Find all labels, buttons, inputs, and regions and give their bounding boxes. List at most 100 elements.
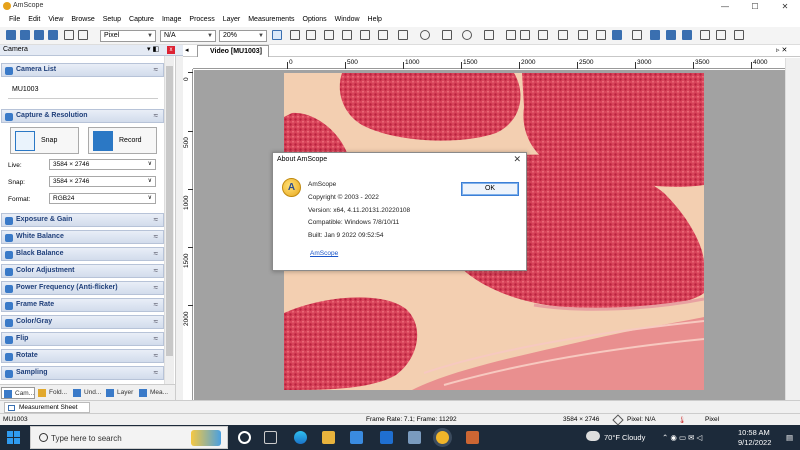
- cortana-icon[interactable]: [238, 431, 251, 444]
- color-adjustment-section[interactable]: Color Adjustment ≈: [1, 264, 164, 278]
- save-all-icon[interactable]: [34, 30, 44, 40]
- menu-browse[interactable]: Browse: [67, 13, 98, 27]
- live-resolution-select[interactable]: 3584 × 2746 ∨: [49, 159, 156, 170]
- calibrate-icon[interactable]: [612, 30, 622, 40]
- clipboard-icon[interactable]: [700, 30, 710, 40]
- save-icon[interactable]: [20, 30, 30, 40]
- menu-options[interactable]: Options: [299, 13, 331, 27]
- app-icon-java[interactable]: [466, 431, 479, 444]
- tab-undo[interactable]: Und...: [71, 387, 103, 399]
- zoom-select[interactable]: 20% ▼: [219, 30, 267, 42]
- power-frequency-section[interactable]: Power Frequency (Anti-flicker) ≈: [1, 281, 164, 295]
- curve-tool-icon[interactable]: [506, 30, 516, 40]
- sampling-section[interactable]: Sampling ≈: [1, 366, 164, 380]
- taskbar-search[interactable]: Type here to search: [30, 426, 228, 449]
- magnification-select[interactable]: N/A ▼: [160, 30, 216, 42]
- print-icon[interactable]: [48, 30, 58, 40]
- rectangle-tool-icon[interactable]: [398, 30, 408, 40]
- edge-icon[interactable]: [294, 431, 307, 444]
- menu-view[interactable]: View: [44, 13, 67, 27]
- table-icon[interactable]: [716, 30, 726, 40]
- circle-tool-icon[interactable]: [462, 30, 472, 40]
- file-explorer-icon[interactable]: [322, 431, 335, 444]
- white-balance-section[interactable]: White Balance ≈: [1, 230, 164, 244]
- grid-icon[interactable]: [666, 30, 676, 40]
- amscope-link[interactable]: AmScope: [310, 250, 338, 257]
- tab-measurements[interactable]: Mea...: [137, 387, 173, 399]
- menu-layer[interactable]: Layer: [219, 13, 245, 27]
- camera-list-item[interactable]: MU1003: [8, 81, 158, 99]
- arrow-tool-icon[interactable]: [578, 30, 588, 40]
- rotate-section[interactable]: Rotate ≈: [1, 349, 164, 363]
- spline-tool-icon[interactable]: [558, 30, 568, 40]
- perpendicular-tool-icon[interactable]: [378, 30, 388, 40]
- snap-button[interactable]: Snap: [10, 127, 79, 154]
- folder-icon[interactable]: [64, 30, 74, 40]
- ellipse-tool-icon[interactable]: [420, 30, 430, 40]
- line-tool-icon[interactable]: [324, 30, 334, 40]
- sheet-icon[interactable]: [682, 30, 692, 40]
- measurement-sheet-tab[interactable]: Measurement Sheet: [4, 402, 90, 413]
- pan-hand-icon[interactable]: [272, 30, 282, 40]
- frame-rate-section[interactable]: Frame Rate ≈: [1, 298, 164, 312]
- exposure-gain-section[interactable]: Exposure & Gain ≈: [1, 213, 164, 227]
- unit-select[interactable]: Pixel ▼: [100, 30, 156, 42]
- close-window-button[interactable]: ✕: [770, 0, 800, 13]
- browse-icon[interactable]: [78, 30, 88, 40]
- ok-button[interactable]: OK: [461, 182, 519, 196]
- menu-capture[interactable]: Capture: [125, 13, 158, 27]
- record-button[interactable]: Record: [88, 127, 157, 154]
- amscope-taskbar-icon[interactable]: [436, 431, 449, 444]
- arc-tool-icon[interactable]: [342, 30, 352, 40]
- measure-export-icon[interactable]: [632, 30, 642, 40]
- angle-tool-icon[interactable]: [306, 30, 316, 40]
- menu-window[interactable]: Window: [331, 13, 364, 27]
- pin-icon[interactable]: ▾ ◧: [147, 45, 159, 53]
- close-panel-icon[interactable]: x: [167, 46, 175, 54]
- menu-setup[interactable]: Setup: [99, 13, 125, 27]
- tab-camera[interactable]: Cam...: [1, 387, 35, 399]
- video-tab[interactable]: Video [MU1003]: [197, 45, 269, 57]
- menu-measurements[interactable]: Measurements: [244, 13, 298, 27]
- dialog-close-button[interactable]: ✕: [513, 154, 521, 165]
- text-tool-icon[interactable]: [520, 30, 530, 40]
- mail-icon[interactable]: [380, 431, 393, 444]
- app-icon-misc[interactable]: [408, 431, 421, 444]
- scrollbar-thumb[interactable]: [166, 66, 173, 356]
- windows-start-icon[interactable]: [7, 431, 20, 444]
- tab-nav-icon[interactable]: ◂: [185, 46, 189, 54]
- task-view-icon[interactable]: [264, 431, 277, 444]
- tab-menu-icon[interactable]: ▹ ✕: [776, 46, 787, 54]
- camera-list-section[interactable]: Camera List ≈: [1, 63, 164, 77]
- tray-icons[interactable]: ⌃ ◉ ▭ ✉ ◁: [662, 433, 702, 442]
- canvas-scrollbar[interactable]: [785, 58, 800, 400]
- menu-help[interactable]: Help: [364, 13, 386, 27]
- scale-bar-icon[interactable]: [596, 30, 606, 40]
- menu-image[interactable]: Image: [158, 13, 185, 27]
- color-gray-section[interactable]: Color/Gray ≈: [1, 315, 164, 329]
- open-icon[interactable]: [6, 30, 16, 40]
- menu-file[interactable]: File: [5, 13, 24, 27]
- tab-layer[interactable]: Layer: [104, 387, 136, 399]
- panel-scrollbar[interactable]: [164, 56, 174, 384]
- overlay-icon[interactable]: [650, 30, 660, 40]
- polyline-tool-icon[interactable]: [538, 30, 548, 40]
- export-icon[interactable]: [734, 30, 744, 40]
- select-arrow-icon[interactable]: [290, 30, 300, 40]
- minimize-button[interactable]: —: [710, 0, 740, 13]
- clock-time[interactable]: 10:58 AM: [738, 428, 770, 437]
- polygon-tool-icon[interactable]: [442, 30, 452, 40]
- maximize-button[interactable]: ☐: [740, 0, 770, 13]
- point-tool-icon[interactable]: [484, 30, 494, 40]
- clock-date[interactable]: 9/12/2022: [738, 438, 771, 447]
- notification-icon[interactable]: ▤: [786, 433, 793, 442]
- tab-folders[interactable]: Fold...: [36, 387, 70, 399]
- menu-process[interactable]: Process: [185, 13, 218, 27]
- flip-section[interactable]: Flip ≈: [1, 332, 164, 346]
- weather-text[interactable]: 70°F Cloudy: [604, 433, 645, 442]
- black-balance-section[interactable]: Black Balance ≈: [1, 247, 164, 261]
- snap-resolution-select[interactable]: 3584 × 2746 ∨: [49, 176, 156, 187]
- capture-resolution-section[interactable]: Capture & Resolution ≈: [1, 109, 164, 123]
- store-icon[interactable]: [350, 431, 363, 444]
- menu-edit[interactable]: Edit: [24, 13, 44, 27]
